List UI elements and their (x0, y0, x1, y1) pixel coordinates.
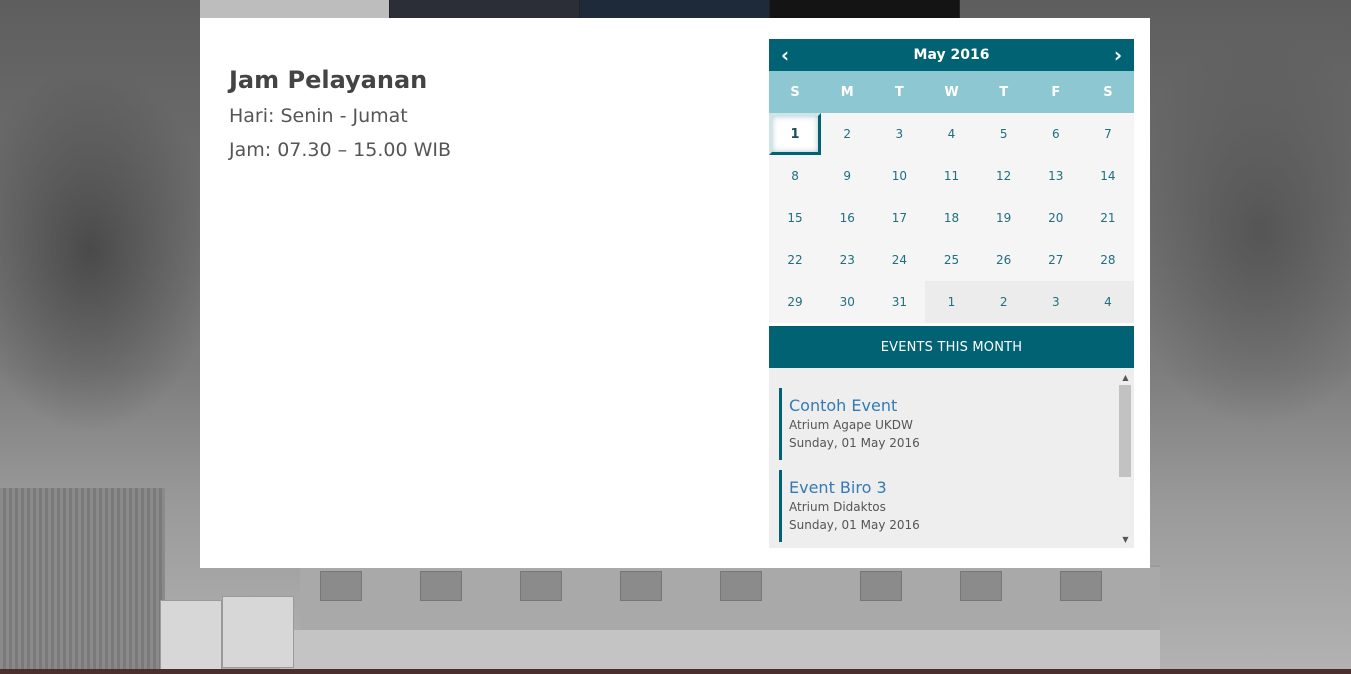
calendar-day[interactable]: 18 (925, 197, 977, 239)
background-crate (222, 596, 294, 668)
event-item[interactable]: Contoh Event Atrium Agape UKDW Sunday, 01 … (779, 388, 1115, 460)
event-title-link[interactable]: Event Biro 3 (789, 478, 1115, 498)
calendar-day-today[interactable]: 1 (769, 113, 822, 155)
weekday-label: S (790, 84, 800, 100)
calendar-day[interactable]: 29 (769, 281, 821, 323)
slider-thumbnail-strip (200, 0, 960, 18)
scrollbar-thumb[interactable] (1119, 385, 1131, 477)
calendar-day[interactable]: 5 (978, 113, 1030, 155)
weekday-label: M (840, 84, 854, 100)
weekday-label: F (1051, 84, 1061, 100)
weekday-label: W (944, 84, 959, 100)
chevron-right-icon[interactable]: › (1102, 39, 1134, 71)
event-location: Atrium Didaktos (789, 500, 886, 514)
calendar-day[interactable]: 31 (873, 281, 925, 323)
events-list: Contoh Event Atrium Agape UKDW Sunday, 01 … (779, 388, 1115, 548)
calendar-day[interactable]: 30 (821, 281, 873, 323)
calendar-weekday-row: SMTWTFS (769, 71, 1134, 113)
service-hours: Jam Pelayanan Hari: Senin - Jumat Jam: 0… (229, 66, 451, 172)
calendar-day[interactable]: 22 (769, 239, 821, 281)
calendar-day[interactable]: 20 (1030, 197, 1082, 239)
weekday-label: T (894, 84, 904, 100)
event-date: Sunday, 01 May 2016 (789, 518, 920, 532)
service-hours-time: Jam: 07.30 – 15.00 WIB (229, 139, 452, 161)
slider-thumbnail[interactable] (390, 0, 580, 18)
weekday-label: S (1103, 84, 1113, 100)
calendar-day[interactable]: 21 (1082, 197, 1134, 239)
events-list-panel: Contoh Event Atrium Agape UKDW Sunday, 01 … (769, 368, 1134, 548)
calendar-day[interactable]: 3 (873, 113, 925, 155)
slider-thumbnail[interactable] (200, 0, 390, 18)
calendar-day[interactable]: 19 (978, 197, 1030, 239)
scroll-down-icon[interactable]: ▼ (1117, 532, 1134, 546)
calendar-day[interactable]: 26 (978, 239, 1030, 281)
calendar-day[interactable]: 24 (873, 239, 925, 281)
calendar-day[interactable]: 7 (1082, 113, 1134, 155)
calendar-day[interactable]: 8 (769, 155, 821, 197)
calendar-day[interactable]: 17 (873, 197, 925, 239)
calendar-day[interactable]: 28 (1082, 239, 1134, 281)
event-item[interactable]: Event Biro 3 Atrium Didaktos Sunday, 01 Ma… (779, 470, 1115, 542)
event-calendar: ‹ May 2016 › SMTWTFS 1 2 3 4 5 6 7 8 9 10 11 12 13 14… (769, 39, 1134, 548)
chevron-left-icon[interactable]: ‹ (769, 39, 801, 71)
calendar-day[interactable]: 2 (821, 113, 873, 155)
background-fence (0, 488, 165, 674)
calendar-day-next-month[interactable]: 3 (1029, 281, 1082, 323)
calendar-month-label: May 2016 (913, 47, 990, 63)
calendar-day[interactable]: 15 (769, 197, 821, 239)
calendar-day[interactable]: 11 (925, 155, 977, 197)
calendar-day-next-month[interactable]: 4 (1081, 281, 1134, 323)
events-scrollbar[interactable]: ▲ ▼ (1117, 368, 1134, 548)
calendar-day[interactable]: 14 (1082, 155, 1134, 197)
calendar-day-grid: 1 2 3 4 5 6 7 8 9 10 11 12 13 14 15 16 17 18 19 20 21 22 23 24 2… (769, 113, 1134, 323)
calendar-day[interactable]: 23 (821, 239, 873, 281)
calendar-day[interactable]: 6 (1030, 113, 1082, 155)
background-bottom-strip (0, 669, 1351, 674)
slider-thumbnail[interactable] (770, 0, 960, 18)
background-road (280, 630, 1160, 674)
slider-thumbnail[interactable] (580, 0, 770, 18)
background-crate (160, 600, 222, 670)
calendar-day[interactable]: 25 (925, 239, 977, 281)
calendar-day[interactable]: 13 (1030, 155, 1082, 197)
event-date: Sunday, 01 May 2016 (789, 436, 920, 450)
calendar-day-next-month[interactable]: 1 (925, 281, 978, 323)
calendar-day[interactable]: 27 (1030, 239, 1082, 281)
calendar-day-next-month[interactable]: 2 (977, 281, 1030, 323)
calendar-day[interactable]: 4 (925, 113, 977, 155)
service-hours-days: Hari: Senin - Jumat (229, 105, 408, 127)
content-panel: Jam Pelayanan Hari: Senin - Jumat Jam: 0… (200, 18, 1150, 568)
scroll-up-icon[interactable]: ▲ (1117, 370, 1134, 384)
calendar-day[interactable]: 16 (821, 197, 873, 239)
calendar-day[interactable]: 12 (978, 155, 1030, 197)
event-title-link[interactable]: Contoh Event (789, 396, 1115, 416)
calendar-day[interactable]: 10 (873, 155, 925, 197)
events-heading: EVENTS THIS MONTH (769, 326, 1134, 368)
calendar-day[interactable]: 9 (821, 155, 873, 197)
event-location: Atrium Agape UKDW (789, 418, 913, 432)
weekday-label: T (999, 84, 1009, 100)
service-hours-title: Jam Pelayanan (229, 66, 428, 94)
calendar-header: ‹ May 2016 › (769, 39, 1134, 71)
